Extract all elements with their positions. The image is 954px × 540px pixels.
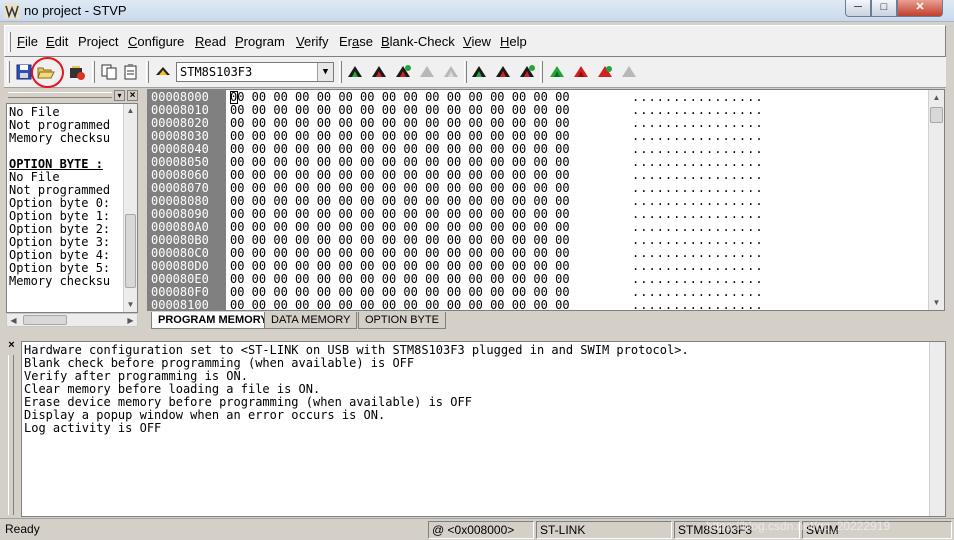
highlight-circle <box>31 57 64 88</box>
memory-vertical-scrollbar[interactable]: ▲ ▼ <box>928 90 944 310</box>
erase-all-icon[interactable] <box>418 63 436 81</box>
memory-hex-row[interactable]: 00 00 00 00 00 00 00 00 00 00 00 00 00 0… <box>230 299 570 311</box>
chevron-down-icon[interactable]: ▼ <box>317 63 333 81</box>
program-all-icon[interactable] <box>370 63 388 81</box>
memory-ascii-row: ................ <box>632 298 764 311</box>
panel-grip[interactable] <box>8 92 112 98</box>
minimize-button[interactable]: ─ <box>845 0 871 17</box>
menu-edit[interactable]: Edit <box>46 34 68 49</box>
close-button[interactable]: ✕ <box>897 0 943 17</box>
scroll-down-icon[interactable]: ▼ <box>124 298 137 311</box>
edit-cursor <box>230 91 238 104</box>
verify-all-icon[interactable] <box>394 63 412 81</box>
info-line: Memory checksu <box>9 131 111 145</box>
log-line: Log activity is OFF <box>24 421 162 435</box>
toolbar-separator <box>92 61 95 83</box>
memory-view[interactable]: 00008000 00008010 00008020 00008030 00008040… <box>147 89 945 311</box>
memory-address: 00008100 <box>151 298 209 311</box>
window-title: no project - STVP <box>24 3 127 18</box>
pin-icon[interactable]: ▾ <box>114 90 125 101</box>
menubar-grip[interactable] <box>8 32 11 52</box>
program-current-icon[interactable] <box>494 63 512 81</box>
output-vertical-scrollbar[interactable] <box>929 342 945 516</box>
scroll-thumb[interactable] <box>930 107 943 123</box>
info-panel-header: ▾ × <box>4 89 139 103</box>
address-column: 00008000 00008010 00008020 00008030 00008040… <box>148 90 226 311</box>
open-project-icon[interactable] <box>68 63 86 81</box>
read-option-icon[interactable] <box>548 63 566 81</box>
menu-view[interactable]: View <box>463 34 491 49</box>
watermark: https://blog.csdn.net/qq_20222919 <box>706 519 891 533</box>
info-line: Memory checksu <box>9 274 111 288</box>
tab-program-memory[interactable]: PROGRAM MEMORY <box>151 312 275 329</box>
stvp-app-icon <box>4 3 20 19</box>
verify-current-icon[interactable] <box>518 63 536 81</box>
menu-file[interactable]: File <box>17 34 38 49</box>
read-current-icon[interactable] <box>470 63 488 81</box>
status-state: Ready <box>5 522 40 536</box>
toolbar-separator <box>464 61 467 83</box>
toolbar-grip[interactable] <box>7 61 10 83</box>
scroll-thumb[interactable] <box>125 214 136 288</box>
tab-option-byte[interactable]: OPTION BYTE <box>358 312 446 329</box>
scroll-thumb[interactable] <box>23 315 67 325</box>
toolbar-separator <box>339 61 342 83</box>
menu-erase[interactable]: Erase <box>339 34 373 49</box>
maximize-button[interactable]: □ <box>871 0 897 17</box>
menu-configure[interactable]: Configure <box>128 34 184 49</box>
info-vertical-scrollbar[interactable]: ▲ ▼ <box>123 104 137 312</box>
scroll-up-icon[interactable]: ▲ <box>930 91 943 104</box>
tab-data-memory[interactable]: DATA MEMORY <box>264 312 358 329</box>
close-icon[interactable]: × <box>6 340 17 352</box>
scroll-down-icon[interactable]: ▼ <box>930 296 943 309</box>
scroll-left-icon[interactable]: ◀ <box>7 314 20 327</box>
menu-verify[interactable]: Verify <box>296 34 329 49</box>
verify-option-icon[interactable] <box>596 63 614 81</box>
device-select[interactable]: STM8S103F3 ▼ <box>176 62 334 82</box>
menu-help[interactable]: Help <box>500 34 527 49</box>
program-option-icon[interactable] <box>572 63 590 81</box>
info-panel-content: No File Not programmed Memory checksu OPTI… <box>6 103 138 313</box>
menu-blank-check[interactable]: Blank-Check <box>381 34 455 49</box>
title-bar: no project - STVP ─ □ ✕ <box>0 0 954 22</box>
read-all-icon[interactable] <box>346 63 364 81</box>
status-tool: ST-LINK <box>536 521 672 539</box>
scroll-up-icon[interactable]: ▲ <box>124 104 137 117</box>
menu-program[interactable]: Program <box>235 34 285 49</box>
copy-icon[interactable] <box>100 63 118 81</box>
menu-project[interactable]: Project <box>78 34 118 49</box>
panel-grip[interactable] <box>8 355 14 515</box>
toolbar: STM8S103F3 ▼ <box>4 57 946 88</box>
blank-check-all-icon[interactable] <box>442 63 460 81</box>
output-panel-side: × <box>4 339 18 517</box>
output-panel: × Hardware configuration set to <ST-LINK… <box>4 339 946 517</box>
scroll-right-icon[interactable]: ▶ <box>124 314 137 327</box>
toolbar-separator <box>540 61 543 83</box>
close-icon[interactable]: × <box>127 90 138 101</box>
paste-icon[interactable] <box>122 63 140 81</box>
erase-option-icon[interactable] <box>620 63 638 81</box>
menu-read[interactable]: Read <box>195 34 226 49</box>
device-select-value: STM8S103F3 <box>180 65 253 79</box>
output-log: Hardware configuration set to <ST-LINK o… <box>21 341 946 517</box>
info-text: No File Not programmed Memory checksu OPTI… <box>9 106 123 288</box>
info-panel: ▾ × No File Not programmed Memory checksu … <box>4 89 139 330</box>
toolbar-separator <box>146 61 149 83</box>
info-horizontal-scrollbar[interactable]: ◀ ▶ <box>6 313 138 327</box>
status-address: @ <0x008000> <box>428 521 534 539</box>
chip-icon <box>156 67 170 75</box>
menu-bar: File Edit Project Configure Read Program… <box>4 25 946 57</box>
memory-tabs: PROGRAM MEMORY DATA MEMORY OPTION BYTE <box>147 312 945 330</box>
